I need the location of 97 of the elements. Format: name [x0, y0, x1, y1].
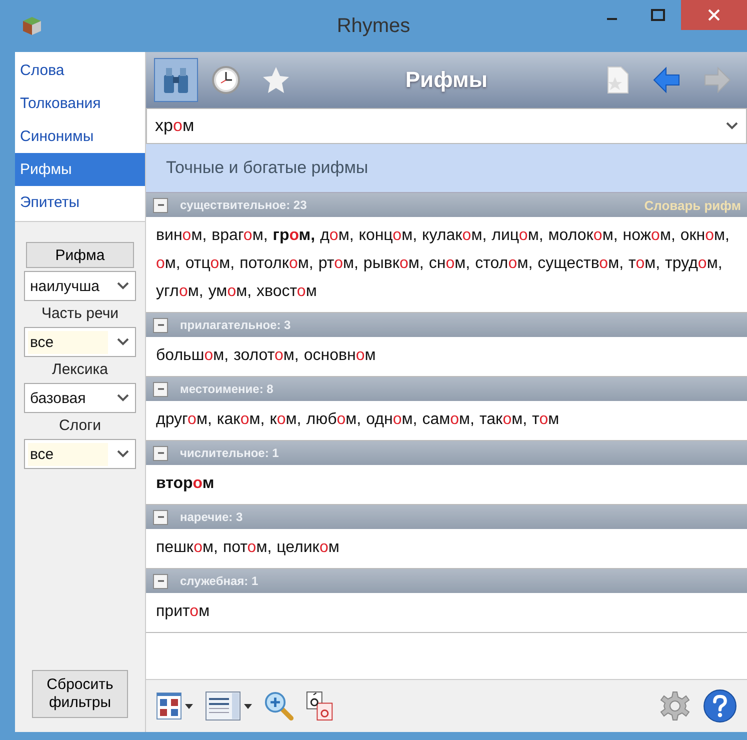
minimize-icon — [607, 18, 617, 20]
rhyme-word[interactable]: врагом, — [212, 222, 268, 250]
help-icon — [703, 689, 737, 723]
rhyme-word[interactable]: гром, — [272, 222, 316, 250]
section-title: служебная: 1 — [180, 574, 258, 588]
rhyme-word[interactable]: ножом, — [622, 222, 676, 250]
rhyme-word[interactable]: отцом, — [185, 250, 235, 278]
filter-dropdown[interactable]: наилучша — [24, 271, 136, 301]
page-title: Рифмы — [405, 67, 488, 93]
rhyme-word[interactable]: том, — [628, 250, 660, 278]
rhyme-word[interactable]: одном, — [366, 406, 418, 434]
section-title: местоимение: 8 — [180, 382, 274, 396]
collapse-toggle[interactable] — [153, 382, 168, 396]
section-title: прилагательное: 3 — [180, 318, 291, 332]
nav-item[interactable]: Эпитеты — [15, 186, 145, 219]
rhyme-word[interactable]: молоком, — [548, 222, 618, 250]
caret-icon — [244, 704, 252, 708]
help-button[interactable] — [701, 687, 739, 725]
reset-filters-button[interactable]: Сбросить фильтры — [32, 670, 128, 718]
rhyme-button[interactable]: Рифма — [26, 242, 134, 268]
rhyme-word[interactable]: втором — [156, 470, 214, 498]
rhyme-word[interactable]: окном, — [680, 222, 730, 250]
maximize-icon — [651, 9, 665, 21]
caret-icon — [185, 704, 193, 708]
star-icon — [261, 65, 291, 95]
grid-icon — [156, 692, 182, 720]
collapse-toggle[interactable] — [153, 574, 168, 588]
collapse-toggle[interactable] — [153, 446, 168, 460]
nav-item[interactable]: Толкования — [15, 87, 145, 120]
rhyme-word[interactable]: основном — [304, 342, 376, 370]
rhyme-word[interactable]: кулаком, — [422, 222, 487, 250]
filter-label: Слоги — [59, 417, 101, 434]
rhyme-word[interactable]: рывком, — [363, 250, 424, 278]
rhyme-word[interactable]: трудом, — [665, 250, 722, 278]
arrow-right-icon — [702, 65, 732, 95]
nav-item[interactable]: Рифмы — [15, 153, 145, 186]
binoculars-button[interactable] — [154, 58, 198, 102]
rhyme-word[interactable]: таком, — [479, 406, 528, 434]
rhyme-word[interactable]: столом, — [475, 250, 533, 278]
section-title: наречие: 3 — [180, 510, 243, 524]
filter-dropdown[interactable]: все — [24, 327, 136, 357]
binoculars-icon — [161, 65, 191, 95]
rhyme-word[interactable]: любом, — [306, 406, 362, 434]
rhyme-word[interactable]: существом, — [538, 250, 624, 278]
collapse-toggle[interactable] — [153, 198, 168, 212]
rhyme-word[interactable]: дом, — [320, 222, 354, 250]
zoom-in-button[interactable] — [262, 689, 296, 723]
rhyme-word[interactable]: притом — [156, 598, 210, 626]
two-pages-icon — [306, 691, 334, 721]
rhyme-word[interactable]: целиком — [276, 534, 340, 562]
filter-dropdown[interactable]: все — [24, 439, 136, 469]
rhyme-word[interactable]: золотом, — [234, 342, 299, 370]
rhyme-word[interactable]: ком, — [270, 406, 302, 434]
collapse-toggle[interactable] — [153, 510, 168, 524]
nav-item[interactable]: Слова — [15, 54, 145, 87]
rhyme-word[interactable]: концом, — [358, 222, 418, 250]
cube-icon — [22, 16, 42, 36]
collapse-toggle[interactable] — [153, 318, 168, 332]
rhyme-word[interactable]: умом, — [208, 278, 252, 306]
chevron-down-icon — [117, 450, 129, 458]
rhyme-word[interactable]: потом, — [222, 534, 272, 562]
list-view-button[interactable] — [203, 689, 254, 723]
clock-icon — [211, 65, 241, 95]
rhyme-word[interactable]: другом, — [156, 406, 212, 434]
rhyme-word[interactable]: вином, — [156, 222, 207, 250]
banner-text: Точные и богатые рифмы — [166, 158, 368, 178]
chevron-down-icon — [117, 394, 129, 402]
rhyme-word[interactable]: углом, — [156, 278, 204, 306]
close-button[interactable] — [681, 0, 747, 30]
zoom-in-icon — [264, 691, 294, 721]
filter-label: Часть речи — [41, 305, 119, 322]
filter-label: Лексика — [52, 361, 108, 378]
close-icon — [708, 9, 720, 21]
nav-item[interactable]: Синонимы — [15, 120, 145, 153]
section-title: существительное: 23 — [180, 198, 307, 212]
rhyme-word[interactable]: потолком, — [240, 250, 314, 278]
rhyme-word[interactable]: ом, — [156, 250, 180, 278]
rhyme-word[interactable]: каком, — [216, 406, 265, 434]
rhyme-word[interactable]: большом, — [156, 342, 229, 370]
search-field[interactable]: хром — [146, 108, 747, 144]
arrow-left-icon — [652, 65, 682, 95]
window-title: Rhymes — [336, 15, 412, 38]
list-icon — [205, 691, 241, 721]
chevron-down-icon — [117, 338, 129, 346]
filter-dropdown[interactable]: базовая — [24, 383, 136, 413]
rhyme-word[interactable]: ртом, — [318, 250, 358, 278]
rhyme-word[interactable]: хвостом — [256, 278, 317, 306]
rhyme-word[interactable]: сном, — [428, 250, 470, 278]
gear-icon — [659, 690, 691, 722]
chevron-down-icon — [726, 122, 738, 130]
chevron-down-icon — [117, 282, 129, 290]
alphabet-sort-button[interactable] — [154, 690, 195, 722]
rhyme-word[interactable]: лицом, — [492, 222, 544, 250]
rhyme-word[interactable]: том — [532, 406, 560, 434]
section-title: числительное: 1 — [180, 446, 279, 460]
rhyme-word[interactable]: самом, — [422, 406, 474, 434]
rhyme-word[interactable]: пешком, — [156, 534, 218, 562]
